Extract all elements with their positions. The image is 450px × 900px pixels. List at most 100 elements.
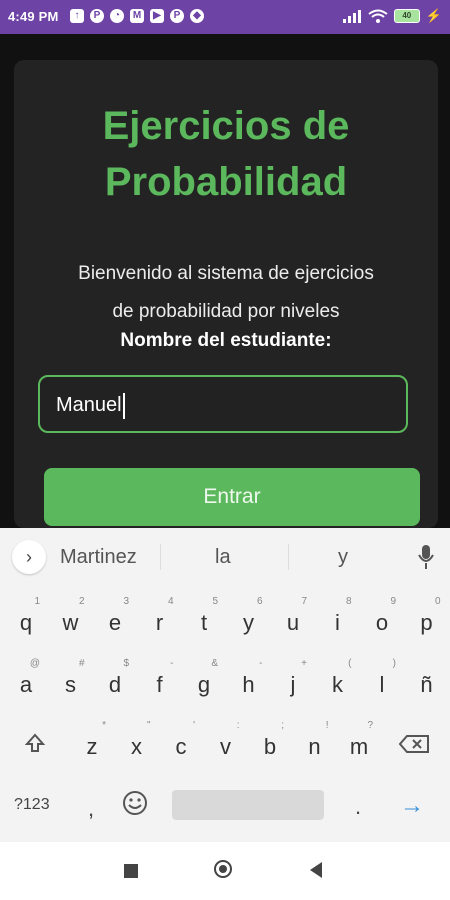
suggestion-divider (160, 544, 161, 570)
key-y[interactable]: 6y (231, 594, 267, 644)
comma-key[interactable]: , (88, 796, 94, 822)
key-label: k (332, 672, 343, 697)
key-a[interactable]: @ a (8, 656, 44, 706)
microphone-icon[interactable] (416, 543, 436, 571)
key-label: h (242, 672, 255, 697)
key-v[interactable]: :v (208, 718, 244, 768)
symbols-key[interactable]: ?123 (14, 796, 50, 814)
key-x[interactable]: " x (119, 718, 155, 768)
signal-icon (342, 10, 361, 23)
key-hint: 3 (123, 596, 129, 607)
key-t[interactable]: 5t (186, 594, 222, 644)
suggestion-3[interactable]: y (338, 546, 348, 569)
key-label: a (19, 672, 33, 697)
suggestion-1[interactable]: Martinez (60, 546, 137, 569)
key-hint: 4 (167, 596, 174, 607)
key-j[interactable]: + j (275, 656, 311, 706)
key-label: l (379, 672, 385, 697)
recents-icon[interactable] (124, 864, 138, 878)
key-k[interactable]: (k (320, 656, 356, 706)
login-card: Ejercicios de Probabilidad Bienvenido al… (14, 60, 438, 528)
navigation-bar (0, 842, 450, 900)
student-name-input[interactable]: Manuel (38, 375, 408, 433)
key-hint: 2 (78, 596, 85, 607)
key-label: z (86, 734, 98, 759)
suggestion-2[interactable]: la (215, 546, 231, 569)
space-bar[interactable] (172, 790, 324, 820)
key-hint: 6 (256, 596, 263, 607)
key-b[interactable]: ; b (252, 718, 288, 768)
welcome-line-2: de probabilidad por niveles (112, 301, 340, 322)
key-s[interactable]: # s (53, 656, 89, 706)
key-hint: - (259, 658, 263, 669)
key-label: b (263, 734, 277, 759)
student-name-label: Nombre del estudiante: (120, 330, 332, 351)
key-label: x (131, 734, 142, 759)
key-hint: ' (193, 720, 195, 731)
status-time: 4:49 PM (8, 9, 59, 24)
key-r[interactable]: 4r (142, 594, 178, 644)
key-label: u (286, 610, 300, 635)
key-label: d (108, 672, 122, 697)
key-row-1: 1q2w3e4r5t6y7u8i9o0p (0, 594, 450, 654)
wifi-icon (368, 9, 388, 23)
key-hint: : (236, 720, 240, 731)
key-hint: $ (123, 658, 129, 669)
title-line-2: Probabilidad (104, 160, 348, 204)
title-line-1: Ejercicios de (102, 104, 350, 148)
chevron-right-icon[interactable]: › (12, 540, 46, 574)
upload-icon: ↑ (70, 9, 84, 23)
key-g[interactable]: & g (186, 656, 222, 706)
text-caret (122, 392, 125, 419)
status-bar: 4:49 PM ↑ P ◔ M ▶ P ◆ 40 ⚡ (0, 0, 450, 34)
student-name-value: Manuel (56, 394, 122, 416)
key-q[interactable]: 1q (8, 594, 44, 644)
key-n[interactable]: ! n (297, 718, 333, 768)
emoji-icon[interactable] (122, 790, 148, 816)
key-hint: ) (392, 658, 396, 669)
key-m[interactable]: ? m (341, 718, 377, 768)
key-hint: 1 (34, 596, 40, 607)
key-hint: 9 (390, 596, 396, 607)
key-hint: 5 (212, 596, 218, 607)
key-label: f (156, 672, 163, 697)
enter-button[interactable]: Entrar (44, 468, 420, 526)
key-hint: 8 (345, 596, 352, 607)
key-e[interactable]: 3e (97, 594, 133, 644)
key-row-2: @ a # s $ d - f & g - h + j(k) l ñ (0, 656, 450, 716)
backspace-icon[interactable] (398, 734, 430, 754)
key-label: v (220, 734, 231, 759)
key-label: p (420, 610, 433, 635)
welcome-line-1: Bienvenido al sistema de ejercicios (78, 263, 374, 284)
enter-arrow-icon[interactable]: → (400, 792, 424, 820)
key-p[interactable]: 0p (409, 594, 445, 644)
key-label: t (200, 610, 208, 635)
home-icon[interactable] (214, 860, 232, 878)
gmail-icon: M (130, 9, 144, 23)
key-c[interactable]: ' c (163, 718, 199, 768)
key-l[interactable]: ) l (364, 656, 400, 706)
youtube-icon: ▶ (150, 9, 164, 23)
suggestion-divider (288, 544, 289, 570)
key-hint: ? (367, 720, 373, 731)
key-i[interactable]: 8i (320, 594, 356, 644)
key-z[interactable]: * z (74, 718, 110, 768)
key-w[interactable]: 2w (53, 594, 89, 644)
back-icon[interactable] (310, 862, 322, 878)
key-ñ[interactable]: ñ (409, 656, 445, 706)
period-key[interactable]: . (355, 794, 361, 820)
key-d[interactable]: $ d (97, 656, 133, 706)
key-label: s (65, 672, 76, 697)
key-o[interactable]: 9o (364, 594, 400, 644)
key-u[interactable]: 7u (275, 594, 311, 644)
key-f[interactable]: -f (142, 656, 178, 706)
shift-icon[interactable] (24, 732, 46, 754)
dropbox-icon: ◆ (190, 9, 204, 23)
notification-icons: ↑ P ◔ M ▶ P ◆ (70, 9, 204, 23)
key-hint: - (170, 658, 174, 669)
key-row-3: * z " x ' c: v; b! n? m (0, 718, 450, 778)
key-hint: 0 (434, 596, 441, 607)
key-h[interactable]: -h (231, 656, 267, 706)
key-label: y (243, 610, 254, 635)
key-label: n (308, 734, 321, 759)
